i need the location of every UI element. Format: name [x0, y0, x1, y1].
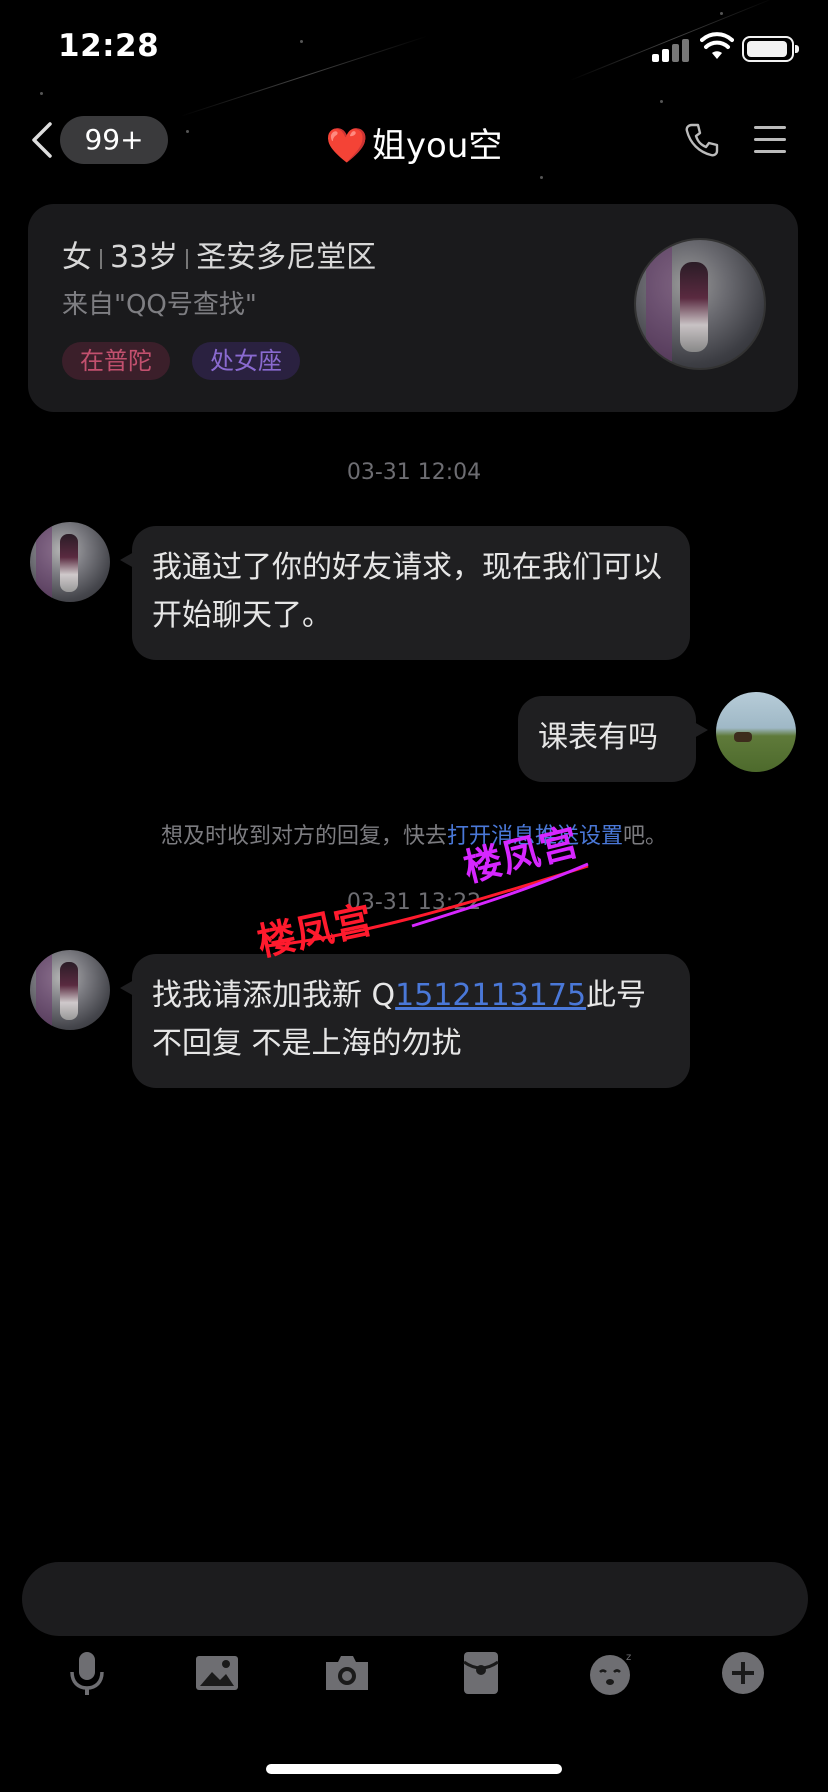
friend-avatar[interactable] [30, 950, 110, 1030]
phone-icon[interactable] [684, 122, 720, 158]
camera-icon[interactable] [322, 1648, 372, 1698]
image-icon[interactable] [192, 1648, 242, 1698]
microphone-icon[interactable] [62, 1648, 112, 1698]
profile-gender: 女 [62, 240, 92, 275]
qq-number-link[interactable]: 1512113175 [395, 978, 586, 1013]
message-text: 找我请添加我新 Q [152, 978, 396, 1013]
plus-icon[interactable] [718, 1648, 768, 1698]
friend-avatar[interactable] [30, 522, 110, 602]
profile-card[interactable]: 女 33岁 圣安多尼堂区 来自"QQ号查找" 在普陀 处女座 [28, 204, 798, 412]
profile-tag-location: 在普陀 [62, 342, 170, 380]
notice-text-suffix: 吧。 [623, 824, 668, 849]
status-time: 12:28 [58, 28, 160, 64]
home-indicator[interactable] [266, 1764, 562, 1774]
menu-icon[interactable] [754, 126, 786, 154]
divider [100, 248, 102, 269]
profile-age: 33岁 [110, 240, 179, 275]
profile-source: 来自"QQ号查找" [62, 290, 257, 320]
heart-emoji: ❤️ [325, 126, 368, 166]
chat-header: 99+ ❤️ 姐you空 [0, 100, 828, 180]
message-input[interactable] [22, 1562, 808, 1636]
profile-tag-zodiac: 处女座 [192, 342, 300, 380]
profile-basic-info: 女 33岁 圣安多尼堂区 [62, 232, 376, 276]
profile-location: 圣安多尼堂区 [196, 240, 377, 275]
svg-text:z: z [626, 1652, 631, 1663]
message-timestamp: 03-31 12:04 [346, 460, 482, 485]
battery-icon [742, 36, 799, 62]
profile-avatar[interactable] [634, 238, 766, 370]
message-bubble-sent[interactable]: 课表有吗 [518, 696, 708, 782]
my-avatar[interactable] [716, 692, 796, 772]
input-toolbar: z [0, 1648, 828, 1708]
contact-name: 姐you空 [371, 126, 503, 166]
divider [186, 248, 189, 269]
message-bubble-received[interactable]: 我通过了你的好友请求，现在我们可以开始聊天了。 [120, 526, 690, 660]
status-bar: 12:28 [0, 0, 828, 100]
cellular-signal-icon [652, 38, 692, 62]
emoji-icon[interactable]: z [586, 1648, 636, 1698]
red-packet-icon[interactable] [456, 1648, 506, 1698]
message-bubble-received[interactable]: 找我请添加我新 Q1512113175此号不回复 不是上海的勿扰 [120, 954, 690, 1088]
wifi-icon [700, 32, 734, 59]
